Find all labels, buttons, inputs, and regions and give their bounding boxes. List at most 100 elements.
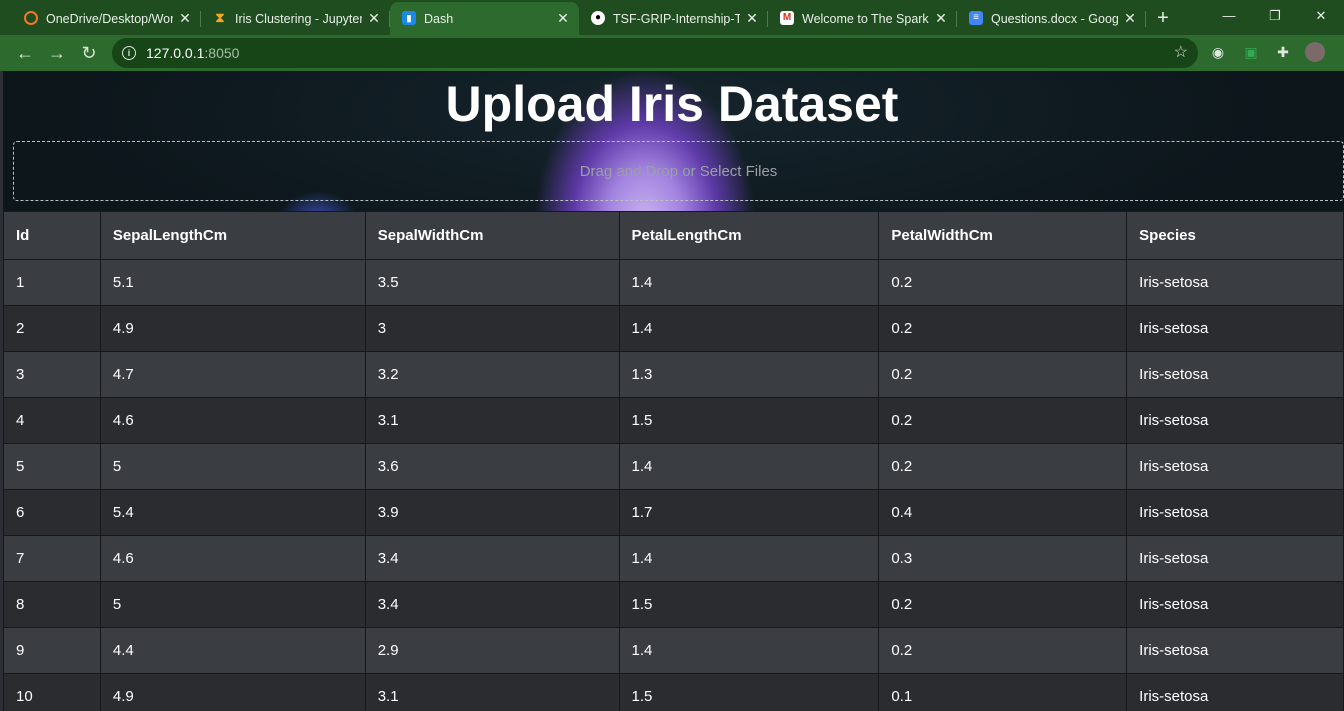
table-cell[interactable]: 10	[3, 673, 101, 711]
table-cell[interactable]: 1.5	[618, 397, 880, 444]
forward-arrow-icon[interactable]: →	[45, 41, 69, 65]
column-header[interactable]: PetalLengthCm	[618, 211, 880, 260]
table-cell[interactable]: 2	[3, 305, 101, 352]
table-cell[interactable]: 1	[3, 259, 101, 306]
table-cell[interactable]: 4.7	[99, 351, 366, 398]
table-cell[interactable]: 0.2	[878, 397, 1128, 444]
table-cell[interactable]: 3.2	[364, 351, 620, 398]
table-cell[interactable]: 3.5	[364, 259, 620, 306]
extension-icon[interactable]: ◉	[1209, 43, 1227, 61]
column-header[interactable]: PetalWidthCm	[878, 211, 1128, 260]
table-cell[interactable]: 3.6	[364, 443, 620, 490]
sheets-extension-icon[interactable]: ▣	[1242, 43, 1260, 61]
tab-gmail[interactable]: M Welcome to The Sparks ✕	[768, 2, 957, 35]
table-cell[interactable]: 0.2	[878, 259, 1128, 306]
table-cell[interactable]: Iris-setosa	[1126, 397, 1344, 444]
table-cell[interactable]: 1.5	[618, 673, 880, 711]
table-cell[interactable]: 0.2	[878, 627, 1128, 674]
close-icon[interactable]: ✕	[177, 10, 193, 26]
table-cell[interactable]: 0.2	[878, 351, 1128, 398]
file-upload-dropzone[interactable]: Drag and Drop or Select Files	[13, 141, 1344, 201]
table-cell[interactable]: 4.6	[99, 397, 366, 444]
table-cell[interactable]: Iris-setosa	[1126, 351, 1344, 398]
tab-github[interactable]: ● TSF-GRIP-Internship-Ta ✕	[579, 2, 768, 35]
table-cell[interactable]: 3.4	[364, 535, 620, 582]
table-cell[interactable]: 3.1	[364, 397, 620, 444]
table-cell[interactable]: 1.7	[618, 489, 880, 536]
close-icon[interactable]: ✕	[366, 10, 382, 26]
table-cell[interactable]: 1.4	[618, 535, 880, 582]
table-cell[interactable]: 4.9	[99, 673, 366, 711]
column-header[interactable]: SepalLengthCm	[99, 211, 366, 260]
tab-title: Dash	[424, 11, 454, 26]
column-header[interactable]: Id	[3, 211, 101, 260]
close-icon[interactable]: ✕	[1122, 10, 1138, 26]
table-cell[interactable]: 4.4	[99, 627, 366, 674]
table-cell[interactable]: 5	[99, 581, 366, 628]
avatar[interactable]	[1305, 42, 1325, 62]
table-cell[interactable]: 5.4	[99, 489, 366, 536]
back-arrow-icon[interactable]: ←	[13, 41, 37, 65]
table-cell[interactable]: 5	[99, 443, 366, 490]
table-cell[interactable]: Iris-setosa	[1126, 535, 1344, 582]
table-cell[interactable]: 0.4	[878, 489, 1128, 536]
table-cell[interactable]: 0.3	[878, 535, 1128, 582]
table-cell[interactable]: Iris-setosa	[1126, 673, 1344, 711]
table-cell[interactable]: Iris-setosa	[1126, 259, 1344, 306]
address-bar[interactable]: i 127.0.0.1:8050 ☆	[112, 38, 1198, 68]
table-cell[interactable]: 8	[3, 581, 101, 628]
table-cell[interactable]: 1.4	[618, 259, 880, 306]
table-cell[interactable]: 6	[3, 489, 101, 536]
docs-icon: ≡	[969, 11, 983, 25]
minimize-icon[interactable]: —	[1206, 0, 1252, 32]
table-cell[interactable]: Iris-setosa	[1126, 489, 1344, 536]
table-cell[interactable]: 1.4	[618, 305, 880, 352]
table-cell[interactable]: 4.9	[99, 305, 366, 352]
table-cell[interactable]: 1.4	[618, 627, 880, 674]
table-cell[interactable]: 4.6	[99, 535, 366, 582]
table-header-row: Id SepalLengthCm SepalWidthCm PetalLengt…	[3, 211, 1344, 260]
tab-dash[interactable]: ▮ Dash ✕	[390, 2, 579, 35]
tab-title: TSF-GRIP-Internship-Ta	[613, 11, 740, 26]
site-info-icon[interactable]: i	[122, 46, 136, 60]
tab-onedrive[interactable]: OneDrive/Desktop/Wor ✕	[12, 2, 201, 35]
bookmark-star-icon[interactable]: ☆	[1174, 38, 1188, 68]
table-cell[interactable]: 7	[3, 535, 101, 582]
table-cell[interactable]: 3.1	[364, 673, 620, 711]
close-window-icon[interactable]: ✕	[1298, 0, 1344, 32]
column-header[interactable]: Species	[1126, 211, 1344, 260]
column-header[interactable]: SepalWidthCm	[364, 211, 620, 260]
table-cell[interactable]: 3.9	[364, 489, 620, 536]
table-cell[interactable]: 1.4	[618, 443, 880, 490]
close-icon[interactable]: ✕	[744, 10, 760, 26]
tab-google-docs[interactable]: ≡ Questions.docx - Googl ✕	[957, 2, 1146, 35]
table-cell[interactable]: 9	[3, 627, 101, 674]
table-cell[interactable]: 0.2	[878, 443, 1128, 490]
table-cell[interactable]: Iris-setosa	[1126, 581, 1344, 628]
close-icon[interactable]: ✕	[555, 10, 571, 26]
table-row: 2 4.9 3 1.4 0.2 Iris-setosa	[3, 305, 1344, 352]
table-cell[interactable]: 3	[364, 305, 620, 352]
close-icon[interactable]: ✕	[933, 10, 949, 26]
github-icon: ●	[591, 11, 605, 25]
table-cell[interactable]: 2.9	[364, 627, 620, 674]
table-cell[interactable]: 1.5	[618, 581, 880, 628]
tab-iris-clustering[interactable]: ⧗ Iris Clustering - Jupyter ✕	[201, 2, 390, 35]
table-cell[interactable]: Iris-setosa	[1126, 627, 1344, 674]
table-cell[interactable]: Iris-setosa	[1126, 443, 1344, 490]
table-cell[interactable]: 0.2	[878, 581, 1128, 628]
table-cell[interactable]: 4	[3, 397, 101, 444]
new-tab-icon[interactable]: +	[1146, 2, 1180, 35]
table-cell[interactable]: 5	[3, 443, 101, 490]
table-cell[interactable]: Iris-setosa	[1126, 305, 1344, 352]
table-cell[interactable]: 3	[3, 351, 101, 398]
table-cell[interactable]: 3.4	[364, 581, 620, 628]
table-cell[interactable]: 5.1	[99, 259, 366, 306]
page-title: Upload Iris Dataset	[445, 76, 899, 132]
reload-icon[interactable]: ↻	[77, 41, 101, 65]
table-cell[interactable]: 0.2	[878, 305, 1128, 352]
restore-icon[interactable]: ❐	[1252, 0, 1298, 32]
puzzle-icon[interactable]: ✚	[1274, 43, 1292, 61]
table-cell[interactable]: 0.1	[878, 673, 1128, 711]
table-cell[interactable]: 1.3	[618, 351, 880, 398]
